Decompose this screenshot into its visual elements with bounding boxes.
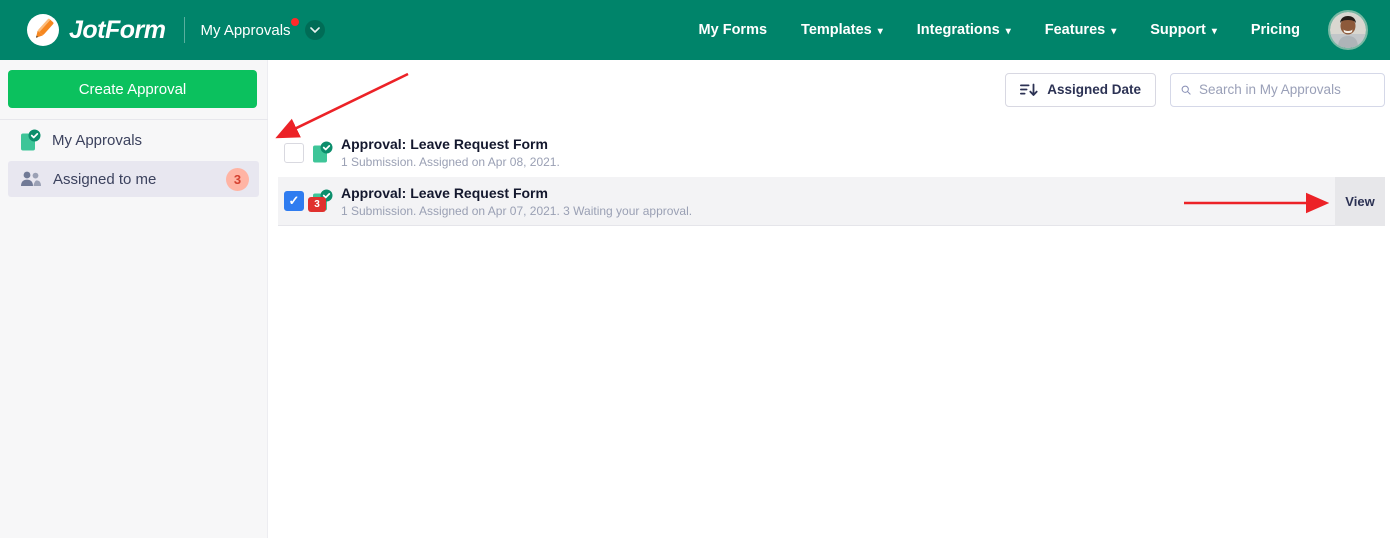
- approval-form-icon: [312, 141, 334, 165]
- nav-pricing[interactable]: Pricing: [1251, 22, 1300, 38]
- search-input[interactable]: [1199, 82, 1376, 97]
- row-text: Approval: Leave Request Form 1 Submissio…: [341, 136, 560, 169]
- approval-title: Approval: Leave Request Form: [341, 184, 548, 201]
- main-nav: My Forms Templates ▾ Integrations ▾ Featur…: [699, 22, 1300, 38]
- waiting-count-badge: 3: [308, 197, 326, 212]
- approval-subtitle: 1 Submission. Assigned on Apr 07, 2021. …: [341, 203, 693, 218]
- assigned-count-badge: 3: [226, 167, 249, 191]
- row-checkbox[interactable]: [284, 142, 304, 163]
- top-navbar: JotForm My Approvals My Forms Templates ▾…: [0, 0, 1390, 60]
- nav-templates[interactable]: Templates ▾: [801, 22, 883, 38]
- approval-title: Approval: Leave Request Form: [341, 136, 548, 152]
- caret-down-icon: ▾: [1211, 25, 1217, 37]
- main-content: Assigned Date Approval: Leave Request Fo…: [268, 60, 1390, 538]
- search-box: [1170, 72, 1385, 107]
- navbar-divider: [183, 17, 185, 43]
- workspace-label: My Approvals: [201, 17, 299, 39]
- notification-dot: [290, 17, 299, 26]
- sidebar-item-assigned-to-me[interactable]: Assigned to me 3: [8, 161, 259, 197]
- row-text: Approval: Leave Request Form 1 Submissio…: [341, 185, 692, 218]
- view-button[interactable]: View: [1335, 176, 1385, 226]
- avatar-photo: [1330, 12, 1366, 48]
- caret-down-icon: ▾: [1005, 25, 1011, 37]
- sidebar-item-label: My Approvals: [52, 131, 143, 149]
- caret-down-icon: ▾: [1111, 25, 1117, 37]
- checkmark-icon: ✓: [288, 193, 300, 208]
- row-checkbox-checked[interactable]: ✓: [284, 191, 304, 211]
- workspace-switcher[interactable]: My Approvals: [201, 17, 325, 40]
- sidebar-item-label: Assigned to me: [53, 170, 157, 188]
- user-avatar[interactable]: [1328, 10, 1368, 50]
- users-icon: [21, 171, 41, 186]
- jotform-pencil-icon: [27, 14, 59, 46]
- approval-icon: [21, 129, 41, 150]
- approval-row-1[interactable]: Approval: Leave Request Form 1 Submissio…: [278, 128, 1385, 177]
- approval-form-icon: 3: [308, 189, 334, 213]
- sort-label: Assigned Date: [1047, 82, 1141, 97]
- search-icon: [1181, 85, 1191, 95]
- sidebar-nav: My Approvals Assigned to me 3: [0, 108, 267, 197]
- brand-name: JotForm: [69, 15, 166, 44]
- caret-down-icon: ▾: [877, 25, 883, 37]
- sort-icon: [1020, 83, 1038, 96]
- sort-by-button[interactable]: Assigned Date: [1005, 72, 1156, 107]
- chevron-down-icon[interactable]: [304, 20, 325, 40]
- nav-integrations[interactable]: Integrations ▾: [917, 22, 1011, 38]
- approval-row-2[interactable]: ✓ 3 Approval: Leave Request Form 1 Submi…: [278, 176, 1385, 226]
- sidebar: Create Approval My Approvals Assigned to…: [0, 60, 268, 538]
- jotform-logo[interactable]: JotForm: [26, 13, 166, 47]
- nav-support[interactable]: Support ▾: [1150, 22, 1217, 38]
- approvals-list: Approval: Leave Request Form 1 Submissio…: [278, 128, 1385, 226]
- nav-my-forms[interactable]: My Forms: [699, 22, 768, 38]
- list-toolbar: Assigned Date: [268, 60, 1390, 119]
- create-approval-button[interactable]: Create Approval: [8, 70, 257, 108]
- nav-features[interactable]: Features ▾: [1045, 22, 1116, 38]
- sidebar-item-my-approvals[interactable]: My Approvals: [8, 122, 259, 158]
- approval-subtitle: 1 Submission. Assigned on Apr 08, 2021.: [341, 155, 560, 169]
